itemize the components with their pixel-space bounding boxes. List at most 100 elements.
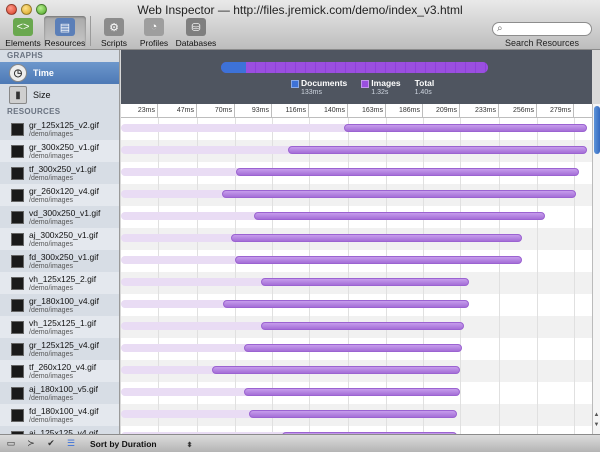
timeline-row[interactable] bbox=[121, 250, 592, 272]
timeline-row[interactable] bbox=[121, 426, 592, 434]
download-bar[interactable] bbox=[261, 278, 469, 286]
resource-item[interactable]: fd_300x250_v1.gif/demo/images bbox=[0, 250, 119, 272]
timeline-row[interactable] bbox=[121, 162, 592, 184]
gridline bbox=[537, 228, 538, 250]
resource-item[interactable]: gr_180x100_v4.gif/demo/images bbox=[0, 294, 119, 316]
resource-item[interactable]: aj_180x100_v5.gif/demo/images bbox=[0, 382, 119, 404]
timeline-row[interactable] bbox=[121, 118, 592, 140]
timeline-row[interactable] bbox=[121, 228, 592, 250]
vertical-scrollbar[interactable]: ▲ ▼ bbox=[592, 104, 600, 434]
resource-name: tf_260x120_v4.gif bbox=[29, 361, 97, 372]
gridline bbox=[499, 338, 500, 360]
gridline bbox=[574, 272, 575, 294]
resource-name: aj_300x250_v1.gif bbox=[29, 229, 99, 240]
resource-item[interactable]: fd_180x100_v4.gif/demo/images bbox=[0, 404, 119, 426]
scroll-up-arrow[interactable]: ▲ bbox=[593, 412, 600, 422]
gridline bbox=[499, 382, 500, 404]
resource-path: /demo/images bbox=[29, 372, 73, 380]
timeline-row[interactable] bbox=[121, 404, 592, 426]
status-bar: ▭ ≻ ✔ ☰ Sort by Duration ⬍ bbox=[0, 434, 600, 452]
resource-item[interactable]: gr_125x125_v2.gif/demo/images bbox=[0, 118, 119, 140]
resource-item[interactable]: vh_125x125_1.gif/demo/images bbox=[0, 316, 119, 338]
download-bar[interactable] bbox=[254, 212, 545, 220]
sidebar-item-size[interactable]: ▮ Size bbox=[0, 84, 119, 106]
timeline-row[interactable] bbox=[121, 338, 592, 360]
download-bar[interactable] bbox=[231, 234, 522, 242]
toolbar-scripts-button[interactable]: ⚙ Scripts bbox=[95, 16, 133, 48]
gridline bbox=[499, 426, 500, 434]
download-bar[interactable] bbox=[235, 256, 522, 264]
resource-path: /demo/images bbox=[29, 152, 73, 160]
download-bar[interactable] bbox=[244, 344, 462, 352]
timeline-rows bbox=[121, 118, 592, 434]
timeline-row[interactable] bbox=[121, 360, 592, 382]
scroll-down-arrow[interactable]: ▼ bbox=[593, 422, 600, 432]
gridline bbox=[537, 250, 538, 272]
resource-text: gr_125x125_v4.gif/demo/images bbox=[29, 339, 99, 359]
databases-icon: ⛁ bbox=[186, 18, 206, 36]
sort-select[interactable]: Sort by Duration ⬍ bbox=[90, 439, 192, 449]
resource-item[interactable]: tf_260x120_v4.gif/demo/images bbox=[0, 360, 119, 382]
chevron-updown-icon: ⬍ bbox=[186, 441, 193, 449]
toolbar-resources-button[interactable]: ▤ Resources bbox=[44, 16, 86, 48]
console-icon[interactable]: ≻ bbox=[24, 438, 38, 450]
sort-label: Sort by Duration bbox=[90, 438, 157, 449]
resource-path: /demo/images bbox=[29, 196, 73, 204]
resource-text: fd_300x250_v1.gif/demo/images bbox=[29, 252, 98, 271]
download-bar[interactable] bbox=[244, 388, 460, 396]
gridline bbox=[499, 360, 500, 382]
legend-swatch-documents bbox=[291, 80, 299, 88]
download-bar[interactable] bbox=[249, 410, 457, 418]
resource-name: aj_180x100_v5.gif bbox=[29, 383, 99, 394]
gridline bbox=[574, 206, 575, 228]
timeline-row[interactable] bbox=[121, 206, 592, 228]
resource-name: gr_300x250_v1.gif bbox=[29, 141, 99, 152]
enable-resource-tracking-icon[interactable]: ✔ bbox=[44, 438, 58, 450]
gridline bbox=[574, 228, 575, 250]
timeline-row[interactable] bbox=[121, 316, 592, 338]
resource-item[interactable]: vd_300x250_v1.gif/demo/images bbox=[0, 206, 119, 228]
download-bar[interactable] bbox=[344, 124, 587, 132]
download-bar[interactable] bbox=[236, 168, 579, 176]
dock-toggle-icon[interactable]: ▭ bbox=[4, 438, 18, 450]
large-rows-icon[interactable]: ☰ bbox=[64, 438, 78, 450]
download-bar[interactable] bbox=[222, 190, 576, 198]
resource-item[interactable]: tf_300x250_v1.gif/demo/images bbox=[0, 162, 119, 184]
ruler-tick-label: 279ms bbox=[549, 107, 571, 114]
timeline-row[interactable] bbox=[121, 140, 592, 162]
timeline-row[interactable] bbox=[121, 294, 592, 316]
timeline-row[interactable] bbox=[121, 272, 592, 294]
toolbar-profiles-label: Profiles bbox=[139, 38, 169, 48]
resource-text: vh_125x125_1.gif/demo/images bbox=[29, 318, 96, 337]
download-bar[interactable] bbox=[288, 146, 587, 154]
gridline bbox=[574, 404, 575, 426]
legend-value: 1.32s bbox=[371, 89, 389, 96]
timeline-row[interactable] bbox=[121, 184, 592, 206]
resource-item[interactable]: vh_125x125_2.gif/demo/images bbox=[0, 272, 119, 294]
resource-item[interactable]: aj_125x125_v4.gif/demo/images bbox=[0, 426, 119, 434]
image-thumbnail-icon bbox=[11, 365, 24, 378]
resource-name: tf_300x250_v1.gif bbox=[29, 163, 97, 174]
scroll-thumb[interactable] bbox=[594, 106, 600, 154]
legend-value: 133ms bbox=[301, 89, 323, 96]
resource-name: gr_260x120_v4.gif bbox=[29, 185, 99, 196]
toolbar-databases-button[interactable]: ⛁ Databases bbox=[175, 16, 217, 48]
resource-item[interactable]: aj_300x250_v1.gif/demo/images bbox=[0, 228, 119, 250]
resource-item[interactable]: gr_125x125_v4.gif/demo/images bbox=[0, 338, 119, 360]
sidebar-item-label: Size bbox=[33, 90, 51, 100]
gridline bbox=[460, 426, 461, 434]
resource-name: gr_125x125_v4.gif bbox=[29, 339, 99, 350]
timeline-row[interactable] bbox=[121, 382, 592, 404]
download-bar[interactable] bbox=[223, 300, 469, 308]
sidebar-item-time[interactable]: ◷ Time bbox=[0, 62, 119, 84]
toolbar-elements-button[interactable]: <> Elements bbox=[4, 16, 42, 48]
search-label: Search Resources bbox=[504, 38, 580, 48]
download-bar[interactable] bbox=[212, 366, 460, 374]
ruler-tick bbox=[121, 104, 574, 118]
resource-item[interactable]: gr_260x120_v4.gif/demo/images bbox=[0, 184, 119, 206]
search-resources-input[interactable]: ⌕ bbox=[492, 22, 592, 36]
gridline bbox=[537, 426, 538, 434]
toolbar-profiles-button[interactable]: ◔ Profiles bbox=[135, 16, 173, 48]
download-bar[interactable] bbox=[261, 322, 464, 330]
resource-item[interactable]: gr_300x250_v1.gif/demo/images bbox=[0, 140, 119, 162]
